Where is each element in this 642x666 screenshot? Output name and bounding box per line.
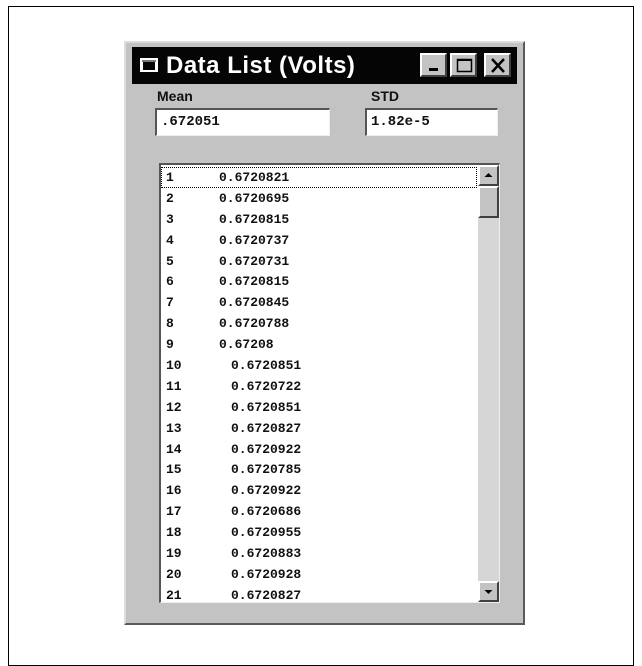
list-item[interactable]: 15 0.6720785 [161, 459, 477, 480]
list-item[interactable]: 10 0.6720851 [161, 355, 477, 376]
row-index: 10 [166, 358, 182, 374]
row-index: 8 [166, 316, 174, 332]
row-value: 0.6720821 [219, 170, 290, 185]
row-value: 0.6720922 [231, 483, 302, 499]
scroll-down-button[interactable] [478, 581, 499, 602]
scroll-up-button[interactable] [478, 165, 499, 186]
list-item[interactable]: 20 0.6720928 [161, 564, 477, 585]
close-icon [491, 58, 505, 73]
row-index: 21 [166, 587, 182, 603]
row-value: 0.6720827 [231, 587, 302, 603]
list-item[interactable]: 14 0.6720922 [161, 439, 477, 460]
row-value: 0.6720883 [231, 546, 302, 562]
row-index: 7 [166, 295, 174, 311]
list-item[interactable]: 18 0.6720955 [161, 522, 477, 543]
list-item[interactable]: 9 0.67208 [161, 334, 477, 355]
list-item[interactable]: 2 0.6720695 [161, 188, 477, 209]
mean-field[interactable]: .672051 [155, 108, 330, 136]
mean-label: Mean [157, 88, 193, 104]
row-value: 0.6720928 [231, 566, 302, 582]
row-index: 1 [166, 170, 174, 185]
row-value: 0.6720827 [231, 420, 302, 436]
data-list-window: Data List (Volts) Mean STD .672051 1.82e… [124, 41, 525, 625]
minimize-icon [429, 68, 438, 71]
row-value: 0.6720922 [231, 441, 302, 457]
row-value: 0.6720845 [219, 295, 290, 311]
title-bar[interactable]: Data List (Volts) [132, 47, 517, 84]
row-index: 12 [166, 399, 182, 415]
arrow-up-icon [484, 173, 493, 177]
std-field[interactable]: 1.82e-5 [365, 108, 498, 136]
list-item[interactable]: 4 0.6720737 [161, 230, 477, 251]
vertical-scrollbar[interactable] [478, 165, 499, 602]
row-index: 15 [166, 462, 182, 478]
list-rows: 1 0.6720821 2 0.6720695 3 0.6720815 4 0.6720737… [161, 167, 477, 603]
window-title: Data List (Volts) [166, 52, 356, 79]
row-value: 0.6720731 [219, 253, 290, 269]
row-value: 0.6720851 [231, 399, 302, 415]
row-value: 0.6720815 [219, 211, 290, 227]
row-value: 0.6720788 [219, 316, 290, 332]
arrow-down-icon [484, 590, 493, 594]
row-value: 0.6720785 [231, 462, 302, 478]
row-index: 4 [166, 232, 174, 248]
row-index: 9 [166, 337, 174, 353]
scroll-thumb[interactable] [478, 186, 499, 218]
list-item[interactable]: 6 0.6720815 [161, 271, 477, 292]
row-value: 0.6720955 [231, 525, 302, 541]
row-value: 0.67208 [219, 337, 274, 353]
list-item[interactable]: 11 0.6720722 [161, 376, 477, 397]
row-value: 0.6720851 [231, 358, 302, 374]
row-value: 0.6720737 [219, 232, 290, 248]
row-index: 3 [166, 211, 174, 227]
list-item[interactable]: 8 0.6720788 [161, 313, 477, 334]
row-value: 0.6720686 [231, 504, 302, 520]
row-index: 17 [166, 504, 182, 520]
row-index: 5 [166, 253, 174, 269]
list-item[interactable]: 17 0.6720686 [161, 501, 477, 522]
list-item[interactable]: 5 0.6720731 [161, 251, 477, 272]
maximize-button[interactable] [450, 53, 477, 77]
list-item[interactable]: 7 0.6720845 [161, 292, 477, 313]
row-value: 0.6720815 [219, 274, 290, 290]
row-index: 18 [166, 525, 182, 541]
minimize-button[interactable] [420, 53, 447, 77]
row-index: 19 [166, 546, 182, 562]
row-index: 14 [166, 441, 182, 457]
row-index: 11 [166, 378, 182, 394]
close-button[interactable] [484, 53, 511, 77]
list-item[interactable]: 3 0.6720815 [161, 209, 477, 230]
row-index: 2 [166, 190, 174, 206]
row-index: 20 [166, 566, 182, 582]
row-value: 0.6720722 [231, 378, 302, 394]
app-icon[interactable] [140, 58, 158, 72]
data-listbox[interactable]: 1 0.6720821 2 0.6720695 3 0.6720815 4 0.6720737… [159, 163, 500, 603]
row-index: 6 [166, 274, 174, 290]
maximize-icon [456, 58, 473, 73]
list-item[interactable]: 13 0.6720827 [161, 418, 477, 439]
list-item[interactable]: 1 0.6720821 [161, 167, 477, 188]
row-index: 13 [166, 420, 182, 436]
list-item[interactable]: 19 0.6720883 [161, 543, 477, 564]
std-label: STD [371, 88, 399, 104]
row-value: 0.6720695 [219, 190, 290, 206]
list-item[interactable]: 21 0.6720827 [161, 585, 477, 603]
list-item[interactable]: 12 0.6720851 [161, 397, 477, 418]
row-index: 16 [166, 483, 182, 499]
list-item[interactable]: 16 0.6720922 [161, 480, 477, 501]
